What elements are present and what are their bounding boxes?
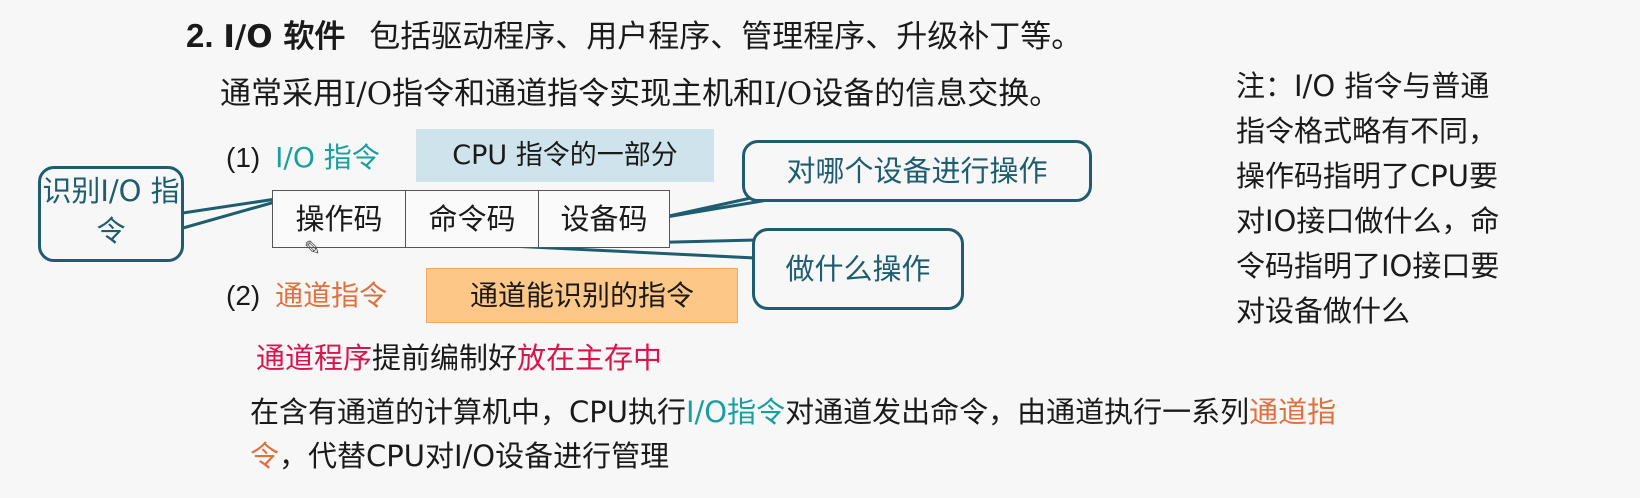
device-code-field: 设备码 [560,202,648,236]
note-line: 注：I/O 指令与普通 [1236,69,1490,103]
heading-title: I/O 软件 [223,19,346,55]
note-line: 对设备做什么 [1236,294,1411,328]
io-label: I/O 指令 [275,141,380,174]
side-note: 注：I/O 指令与普通 指令格式略有不同， 操作码指明了CPU要 对IO接口做什… [1236,64,1556,334]
what-operation-callout: 做什么操作 [752,228,964,310]
command-code-field: 命令码 [406,191,539,247]
channel-program-mid: 提前编制好 [372,341,518,375]
note-line: 指令格式略有不同， [1236,114,1498,148]
io-instruction-box: CPU 指令的一部分 [416,129,714,182]
channel-program-location: 放在主存中 [517,341,663,375]
para-part-1: 在含有通道的计算机中，CPU执行 [250,395,686,429]
heading-description: 包括驱动程序、用户程序、管理程序、升级补丁等。 [369,19,1083,55]
opcode-field: 操作码 [273,191,406,247]
identify-io-callout: 识别I/O 指令 [38,166,184,262]
note-line: 操作码指明了CPU要 [1236,159,1498,193]
intro-text: 通常采用I/O指令和通道指令实现主机和I/O设备的信息交换。 [220,76,1061,112]
which-device-callout: 对哪个设备进行操作 [742,140,1092,202]
io-index: (1) [226,142,261,173]
channel-program-line: 通道程序提前编制好放在主存中 [256,336,662,380]
channel-program-term: 通道程序 [256,341,373,375]
pencil-cursor-icon: ✎ [304,236,321,260]
note-line: 令码指明了IO接口要 [1236,249,1500,283]
para-part-5: ，代替CPU对I/O设备进行管理 [279,439,670,473]
para-part-3: 对通道发出命令，由通道执行一系列 [785,395,1250,429]
heading-number: 2. [186,17,214,54]
section-heading: 2. I/O 软件 包括驱动程序、用户程序、管理程序、升级补丁等。 [186,14,1082,59]
instruction-format-table: 操作码 命令码 设备码 [272,190,670,248]
note-line: 对IO接口做什么，命 [1236,204,1500,238]
channel-instruction-label: (2) 通道指令 [226,276,387,316]
channel-instruction-box: 通道能识别的指令 [426,268,738,323]
channel-index: (2) [226,280,261,311]
para-io-instruction: I/O指令 [685,395,786,429]
io-instruction-label: (1) I/O 指令 [226,138,380,178]
channel-paragraph: 在含有通道的计算机中，CPU执行I/O指令对通道发出命令，由通道执行一系列通道指… [250,390,1390,478]
channel-label: 通道指令 [275,279,388,312]
